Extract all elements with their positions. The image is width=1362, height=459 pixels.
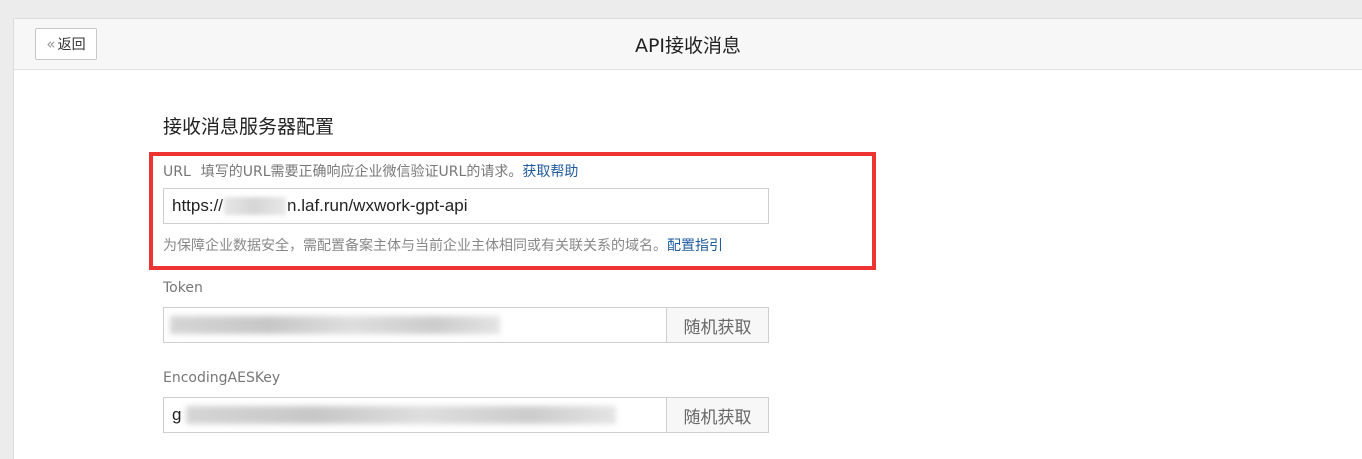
get-help-link[interactable]: 获取帮助 xyxy=(522,164,578,180)
section-title: 接收消息服务器配置 xyxy=(163,116,335,138)
url-input[interactable]: https:// n.laf.run/wxwork-gpt-api xyxy=(163,188,769,224)
url-note-text: 为保障企业数据安全，需配置备案主体与当前企业主体相同或有关联关系的域名。 xyxy=(163,238,667,254)
redacted-blur xyxy=(224,197,287,215)
url-domain-note: 为保障企业数据安全，需配置备案主体与当前企业主体相同或有关联关系的域名。配置指引 xyxy=(163,235,723,255)
token-random-button[interactable]: 随机获取 xyxy=(666,308,768,342)
url-field-label: URL 填写的URL需要正确响应企业微信验证URL的请求。获取帮助 xyxy=(163,161,578,181)
url-value-prefix: https:// xyxy=(172,196,224,215)
aes-random-button[interactable]: 随机获取 xyxy=(666,398,768,432)
token-field-label: Token xyxy=(163,280,203,296)
page-title: API接收消息 xyxy=(634,35,742,57)
aes-value-prefix: g xyxy=(172,405,182,424)
aes-field-label: EncodingAESKey xyxy=(163,370,281,386)
url-hint: 填写的URL需要正确响应企业微信验证URL的请求。 xyxy=(200,164,523,180)
redacted-blur xyxy=(170,316,500,334)
aes-key-input[interactable]: g 随机获取 xyxy=(163,397,769,433)
main-panel: « 返回 API接收消息 接收消息服务器配置 URL 填写的URL需要正确响应企业… xyxy=(13,18,1362,459)
url-value-suffix: n.laf.run/wxwork-gpt-api xyxy=(287,196,468,215)
url-label: URL xyxy=(163,164,191,180)
redacted-blur xyxy=(186,406,616,424)
token-input[interactable]: 随机获取 xyxy=(163,307,769,343)
config-guide-link[interactable]: 配置指引 xyxy=(667,238,723,254)
page-header: « 返回 API接收消息 xyxy=(14,19,1362,70)
